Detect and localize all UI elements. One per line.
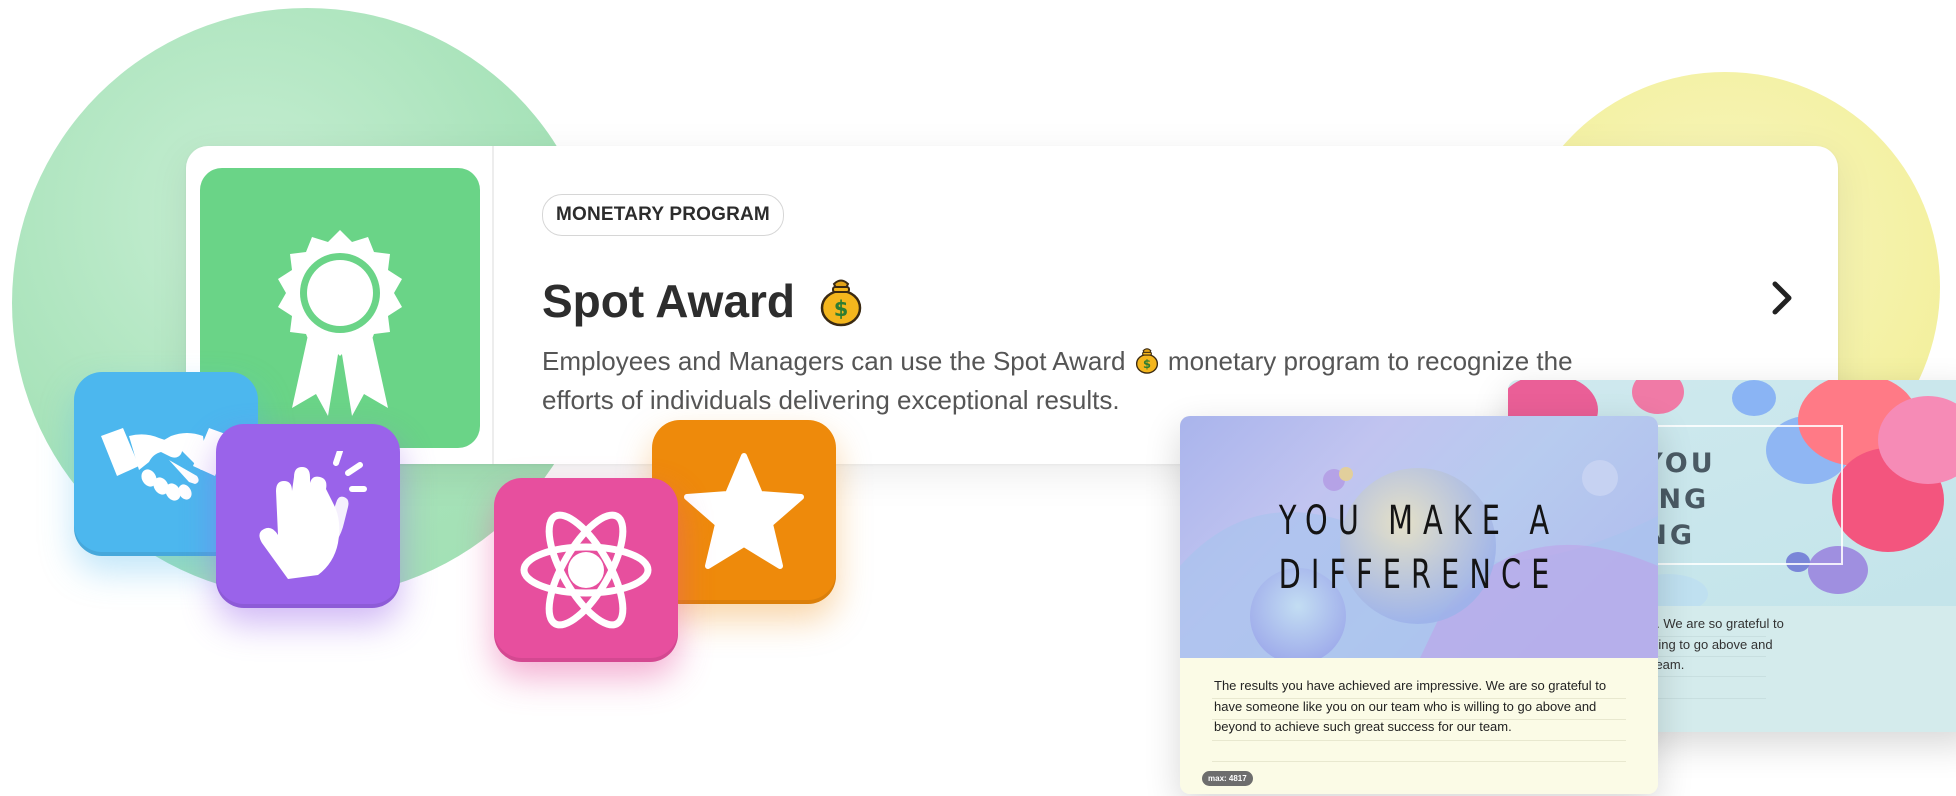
money-bag-inline-icon: $ bbox=[1135, 348, 1158, 374]
description-line2: efforts of individuals delivering except… bbox=[542, 385, 1120, 415]
description-part2: monetary program to recognize the bbox=[1167, 346, 1573, 376]
money-bag-icon: $ bbox=[820, 279, 862, 327]
chevron-right-icon bbox=[1772, 281, 1792, 315]
award-ribbon-icon bbox=[278, 230, 402, 416]
ecard-difference-message: The results you have achieved are impres… bbox=[1214, 678, 1607, 734]
clapping-tile bbox=[216, 424, 400, 608]
ecard-difference-artwork: YOU MAKE A DIFFERENCE bbox=[1180, 416, 1658, 658]
atom-tile bbox=[494, 478, 678, 662]
svg-text:$: $ bbox=[1143, 357, 1151, 371]
program-type-label: MONETARY PROGRAM bbox=[556, 204, 770, 225]
description-part1: Employees and Managers can use the Spot … bbox=[542, 346, 1126, 376]
handshake-icon bbox=[101, 428, 231, 501]
svg-text:$: $ bbox=[834, 297, 849, 321]
atom-icon bbox=[520, 511, 652, 629]
program-title: Spot Award bbox=[542, 275, 796, 327]
program-type-badge: MONETARY PROGRAM bbox=[542, 194, 784, 236]
card-divider bbox=[492, 146, 494, 464]
star-tile bbox=[652, 420, 836, 604]
star-icon bbox=[684, 453, 804, 569]
ecard-difference-message-area: The results you have achieved are impres… bbox=[1180, 658, 1658, 794]
program-description: Employees and Managers can use the Spot … bbox=[542, 342, 1662, 420]
character-count-pill: max: 4817 bbox=[1202, 771, 1253, 786]
ecard-you-make-a-difference[interactable]: YOU MAKE A DIFFERENCE The results you ha… bbox=[1180, 416, 1658, 794]
title-row: Spot Award $ bbox=[542, 274, 863, 328]
ecard-difference-headline: YOU MAKE A DIFFERENCE bbox=[1278, 498, 1560, 598]
open-program-chevron[interactable] bbox=[1764, 280, 1800, 316]
clapping-hands-icon bbox=[259, 451, 367, 579]
